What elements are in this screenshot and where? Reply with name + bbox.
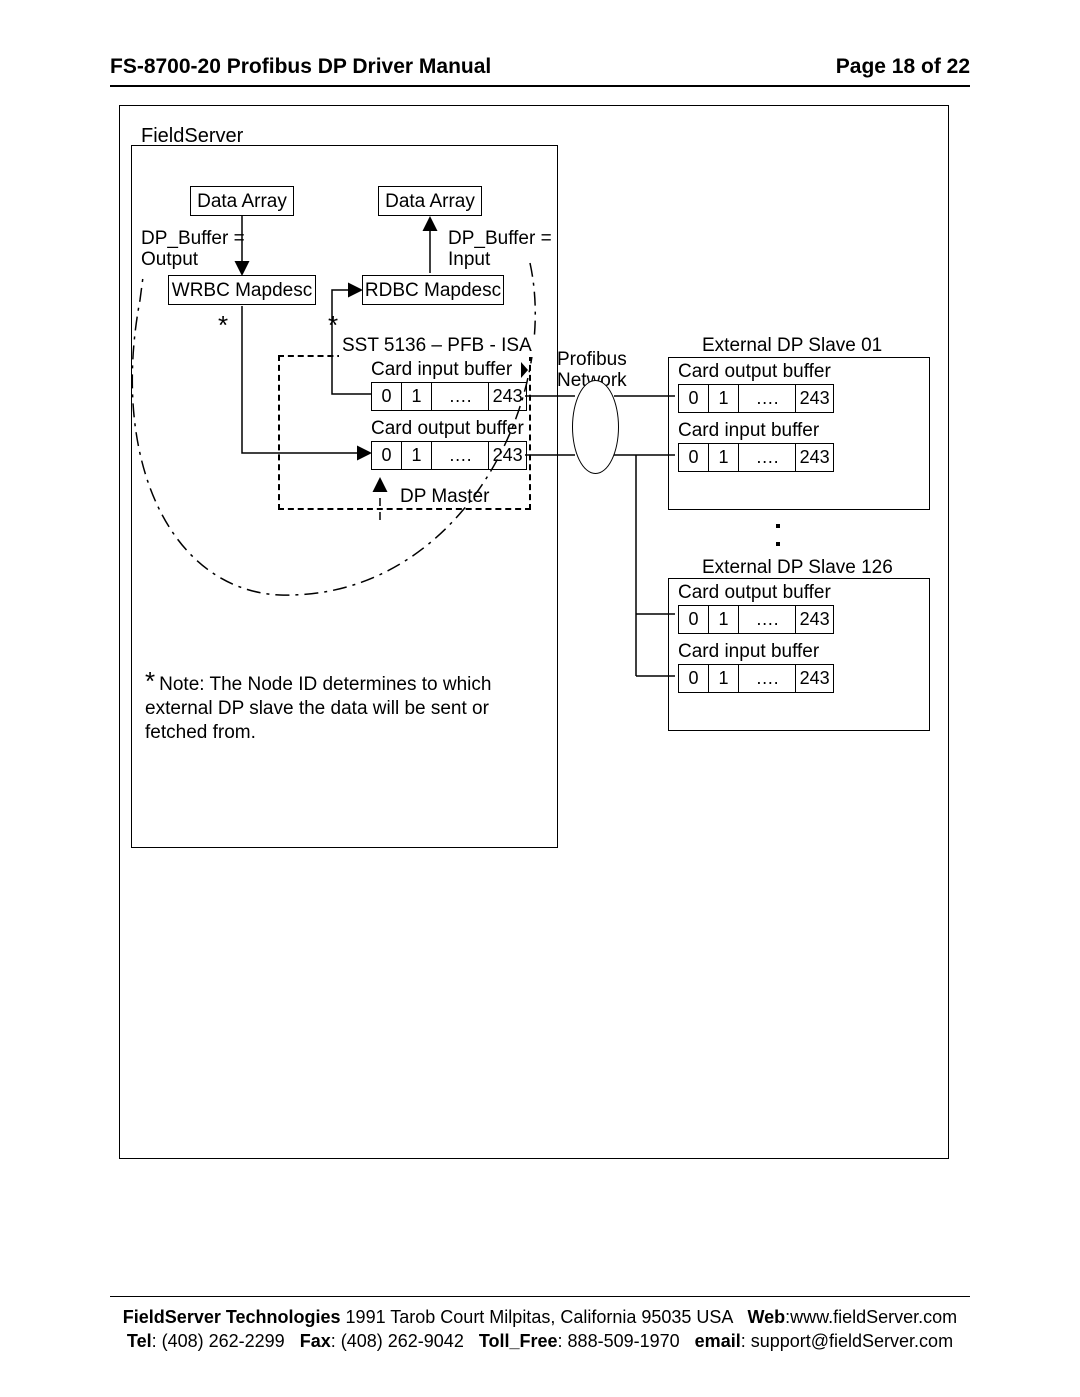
ext1-card-output-cells: 0 1 …. 243 [678, 384, 834, 413]
cell: 1 [709, 444, 739, 471]
profibus-label-l1: Profibus [557, 349, 627, 371]
cell: 1 [402, 442, 432, 469]
footer-tel-lbl: Tel [127, 1331, 152, 1351]
footer-company: FieldServer Technologies [123, 1307, 341, 1327]
cell: …. [432, 383, 489, 410]
cell: 243 [489, 442, 526, 469]
note-star-left: * [218, 312, 228, 338]
cell: 243 [489, 383, 526, 410]
cell: 0 [372, 383, 402, 410]
cell: 243 [796, 665, 833, 692]
footer-fax: : (408) 262-9042 [331, 1331, 464, 1351]
ext126-card-output-label: Card output buffer [678, 582, 831, 604]
ext1-card-input-label: Card input buffer [678, 420, 819, 442]
cell: 243 [796, 606, 833, 633]
ext126-card-output-cells: 0 1 …. 243 [678, 605, 834, 634]
sst-card-output-label: Card output buffer [371, 418, 524, 440]
note-star-right: * [328, 312, 338, 338]
cell: 243 [796, 385, 833, 412]
data-array-left: Data Array [190, 186, 294, 216]
dp-buffer-output-l1: DP_Buffer = [141, 228, 245, 250]
footer-web-lbl: Web [747, 1307, 785, 1327]
profibus-network-oval [572, 380, 619, 474]
cell: 0 [679, 665, 709, 692]
cell: 0 [372, 442, 402, 469]
footer-tel: : (408) 262-2299 [152, 1331, 285, 1351]
ext-slave-01-title: External DP Slave 01 [702, 335, 882, 357]
cell: 0 [679, 444, 709, 471]
ext-slave-126-title: External DP Slave 126 [702, 557, 893, 579]
cell: …. [739, 385, 796, 412]
ext126-card-input-cells: 0 1 …. 243 [678, 664, 834, 693]
sst-card-input-label: Card input buffer [371, 359, 512, 381]
ext126-card-input-label: Card input buffer [678, 641, 819, 663]
dp-buffer-input-l1: DP_Buffer = [448, 228, 552, 250]
dp-buffer-output-l2: Output [141, 249, 198, 271]
ellipsis-dot [776, 542, 780, 546]
ext1-card-input-cells: 0 1 …. 243 [678, 443, 834, 472]
footer-email: : support@fieldServer.com [741, 1331, 953, 1351]
note-text: Note: The Node ID determines to which ex… [145, 674, 491, 743]
dp-buffer-input-l2: Input [448, 249, 490, 271]
footer-tollfree-lbl: Toll_Free [479, 1331, 558, 1351]
header-page: Page 18 of 22 [836, 55, 970, 79]
cell: 1 [709, 606, 739, 633]
cell: 0 [679, 606, 709, 633]
sst-card-output-cells: 0 1 …. 243 [371, 441, 527, 470]
header-title: FS-8700-20 Profibus DP Driver Manual [110, 55, 491, 79]
footer-email-lbl: email [695, 1331, 741, 1351]
cell: 1 [709, 385, 739, 412]
cell: 0 [679, 385, 709, 412]
cell: …. [739, 665, 796, 692]
footer-tollfree: : 888-509-1970 [558, 1331, 680, 1351]
header-rule [110, 85, 970, 87]
note-star: * [145, 666, 155, 696]
data-array-right: Data Array [378, 186, 482, 216]
node-id-note: *Note: The Node ID determines to which e… [145, 668, 545, 744]
sst-title: SST 5136 – PFB - ISA [339, 335, 535, 357]
footer-rule [110, 1296, 970, 1297]
dp-master-label: DP Master [400, 486, 489, 508]
rdbc-mapdesc: RDBC Mapdesc [362, 275, 504, 305]
ext1-card-output-label: Card output buffer [678, 361, 831, 383]
footer-fax-lbl: Fax [300, 1331, 331, 1351]
footer-addr-text: 1991 Tarob Court Milpitas, California 95… [346, 1307, 733, 1327]
cell: 1 [709, 665, 739, 692]
cell: …. [739, 444, 796, 471]
page-header: FS-8700-20 Profibus DP Driver Manual Pag… [110, 55, 970, 79]
wrbc-mapdesc: WRBC Mapdesc [168, 275, 316, 305]
cell: 1 [402, 383, 432, 410]
sst-card-input-cells: 0 1 …. 243 [371, 382, 527, 411]
cell: …. [739, 606, 796, 633]
cell: …. [432, 442, 489, 469]
footer-web: :www.fieldServer.com [785, 1307, 957, 1327]
cell: 243 [796, 444, 833, 471]
page-footer: FieldServer Technologies 1991 Tarob Cour… [110, 1305, 970, 1354]
ellipsis-dot [776, 524, 780, 528]
